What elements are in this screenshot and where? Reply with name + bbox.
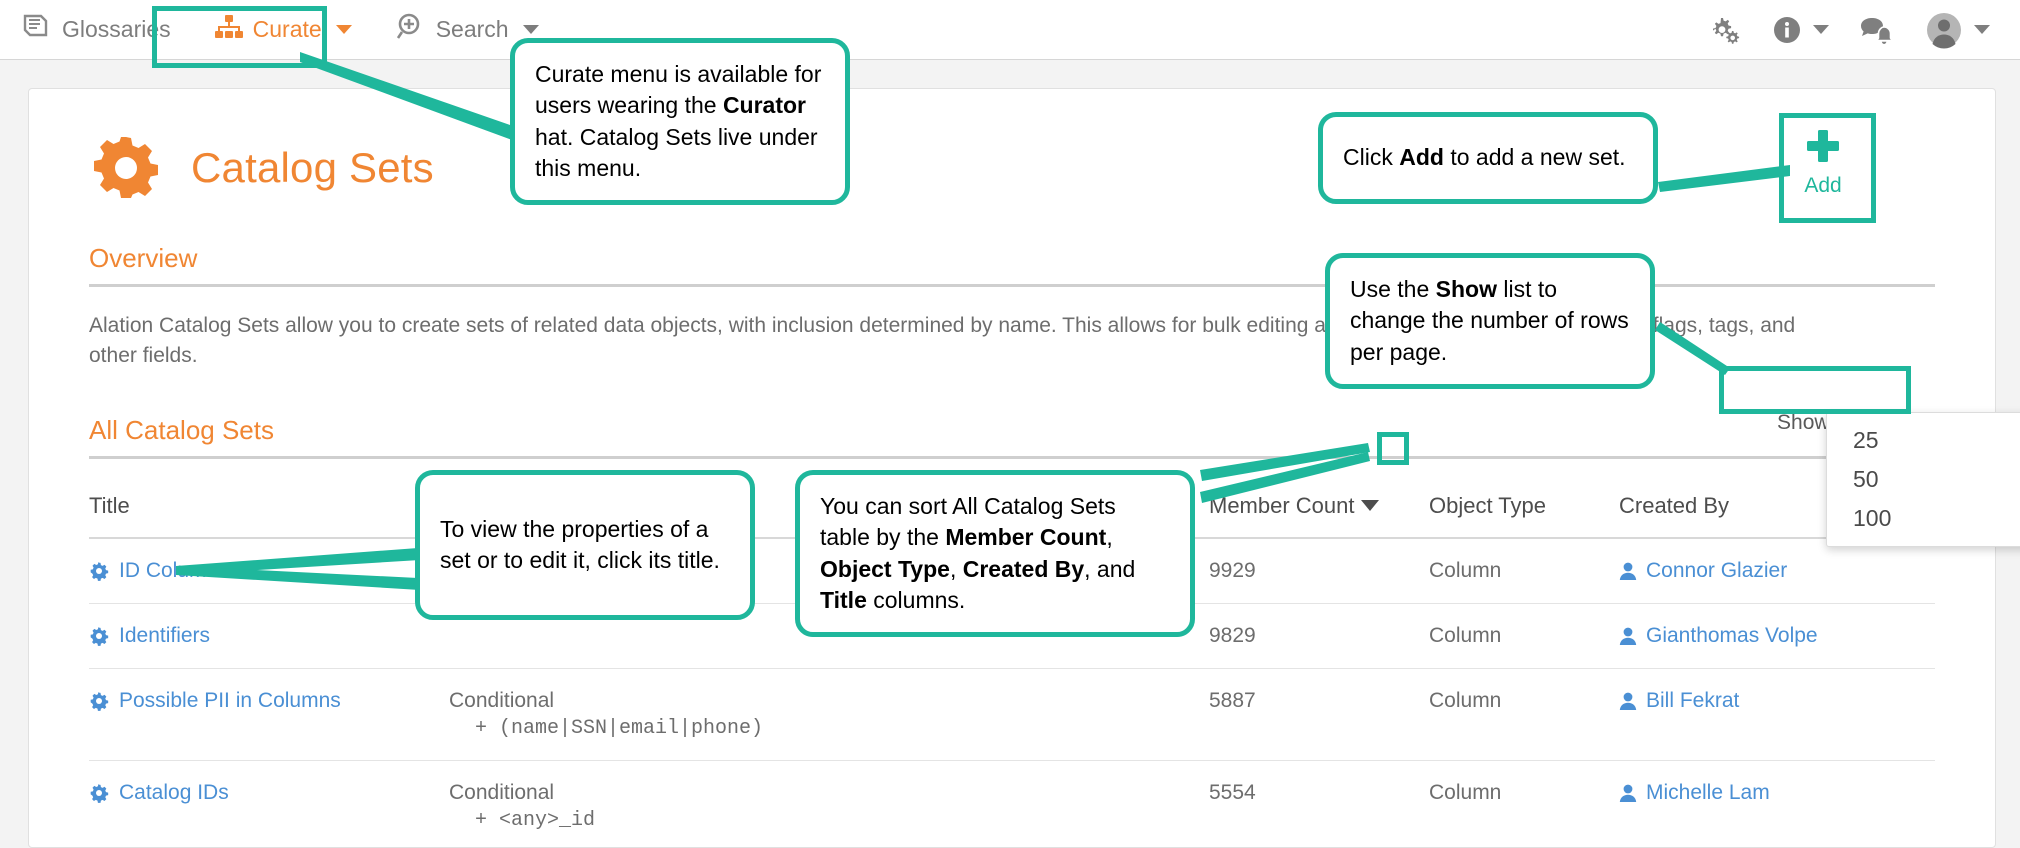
page-title: Catalog Sets (191, 144, 434, 191)
column-header-member-count[interactable]: Member Count (1209, 484, 1429, 539)
member-count: 9829 (1209, 603, 1429, 669)
info-menu-button[interactable] (1772, 15, 1829, 45)
chevron-down-icon (1813, 25, 1829, 34)
page-header: Catalog Sets (89, 131, 1935, 205)
highlight-curate-menu (152, 6, 327, 68)
sort-descending-icon[interactable] (1360, 500, 1379, 512)
gears-icon (1713, 17, 1740, 44)
catalog-set-title-link[interactable]: ID Columns (89, 559, 449, 583)
object-type: Column (1429, 537, 1619, 604)
table-row: Catalog IDs Conditional + <any>_id 5554 … (89, 760, 1935, 847)
book-icon (22, 14, 52, 46)
callout-show-bold: Show (1435, 276, 1497, 302)
notifications-button[interactable] (1859, 15, 1895, 45)
callout-add-bold: Add (1399, 144, 1444, 171)
object-type: Column (1429, 603, 1619, 669)
table-row: Possible PII in Columns Conditional + (n… (89, 668, 1935, 761)
callout-sort-bold-member-count: Member Count (945, 524, 1107, 551)
show-label: Show (1777, 410, 1830, 434)
member-count: 5887 (1209, 668, 1429, 761)
nav-right-group (1708, 11, 2020, 49)
chat-bell-icon (1861, 17, 1894, 44)
user-icon (1619, 626, 1637, 646)
user-avatar-icon (1927, 12, 1961, 48)
callout-sort-sep-2: , (949, 555, 963, 582)
object-type: Column (1429, 760, 1619, 847)
callout-add-text-pre: Click (1343, 144, 1400, 171)
show-rows-dropdown[interactable]: 25 50 100 (1826, 412, 2020, 547)
callout-title-click: To view the properties of a set or to ed… (415, 470, 755, 620)
chevron-down-icon (522, 25, 539, 34)
user-icon (1619, 783, 1637, 803)
callout-sort: You can sort All Catalog Sets table by t… (795, 470, 1195, 638)
catalog-set-title-link[interactable]: Identifiers (89, 624, 449, 648)
object-type: Column (1429, 668, 1619, 761)
rule-label: Conditional (449, 780, 555, 804)
callout-curate-text-post: hat. Catalog Sets live under this menu. (535, 123, 818, 181)
created-by-name: Michelle Lam (1646, 780, 1770, 804)
member-count: 9929 (1209, 537, 1429, 604)
rule-code: + <any>_id (475, 808, 596, 832)
all-catalog-sets-heading: All Catalog Sets (89, 415, 1935, 459)
column-header-member-count-label: Member Count (1209, 492, 1355, 518)
catalog-set-title-link[interactable]: Possible PII in Columns (89, 689, 449, 713)
overview-heading: Overview (89, 243, 1935, 287)
highlight-add-button (1779, 113, 1876, 223)
chevron-down-icon (335, 25, 352, 34)
chevron-down-icon (1974, 25, 1990, 34)
callout-show: Use the Show list to change the number o… (1325, 253, 1655, 389)
callout-curate: Curate menu is available for users weari… (510, 38, 850, 206)
column-header-title[interactable]: Title (89, 484, 449, 539)
catalog-set-title: Possible PII in Columns (119, 688, 341, 712)
created-by-link[interactable]: Connor Glazier (1619, 559, 1935, 583)
catalog-set-title-link[interactable]: Catalog IDs (89, 781, 449, 805)
created-by-name: Connor Glazier (1646, 558, 1788, 582)
gear-icon (89, 561, 109, 581)
callout-sort-text-post: columns. (866, 586, 966, 613)
callout-add: Click Add to add a new set. (1318, 112, 1658, 204)
created-by-name: Bill Fekrat (1646, 688, 1740, 712)
dropdown-option-25[interactable]: 25 (1827, 421, 2020, 460)
callout-title-click-text: To view the properties of a set or to ed… (440, 515, 720, 573)
callout-sort-bold-created-by: Created By (962, 555, 1085, 582)
gear-icon (89, 626, 109, 646)
highlight-show-control (1719, 366, 1911, 414)
created-by-name: Gianthomas Volpe (1646, 623, 1818, 647)
highlight-member-count-sort (1377, 432, 1409, 465)
catalog-set-title: Catalog IDs (119, 780, 229, 804)
dropdown-option-100[interactable]: 100 (1827, 499, 2020, 538)
column-header-object-type[interactable]: Object Type (1429, 484, 1619, 539)
info-icon (1774, 16, 1800, 43)
callout-sort-bold-object-type: Object Type (820, 555, 950, 582)
created-by-link[interactable]: Bill Fekrat (1619, 689, 1935, 713)
column-header-created-by-label: Created By (1619, 492, 1730, 518)
gear-icon (89, 691, 109, 711)
search-plus-icon (396, 13, 426, 47)
callout-sort-sep-3: , and (1084, 555, 1136, 582)
catalog-sets-page: Catalog Sets Overview Alation Catalog Se… (28, 88, 1996, 848)
column-header-title-label: Title (89, 492, 130, 518)
created-by-link[interactable]: Gianthomas Volpe (1619, 624, 1935, 648)
user-menu-button[interactable] (1925, 11, 1990, 49)
callout-sort-bold-title: Title (820, 586, 867, 613)
created-by-link[interactable]: Michelle Lam (1619, 781, 1935, 805)
gear-icon (89, 131, 163, 205)
member-count: 5554 (1209, 760, 1429, 847)
rule-code: + (name|SSN|email|phone) (475, 716, 764, 740)
rule-label: Conditional (449, 688, 555, 712)
dropdown-option-50[interactable]: 50 (1827, 460, 2020, 499)
nav-label-search: Search (435, 16, 509, 42)
settings-gears-button[interactable] (1708, 14, 1742, 46)
gear-icon (89, 783, 109, 803)
user-icon (1619, 561, 1637, 581)
callout-sort-sep-1: , (1106, 524, 1113, 551)
callout-curate-bold: Curator (722, 92, 806, 119)
catalog-set-title: Identifiers (119, 623, 211, 647)
callout-show-text-pre: Use the (1350, 276, 1436, 302)
user-icon (1619, 691, 1637, 711)
callout-add-text-post: to add a new set. (1443, 144, 1626, 171)
catalog-set-title: ID Columns (119, 558, 229, 582)
column-header-object-type-label: Object Type (1429, 492, 1546, 518)
